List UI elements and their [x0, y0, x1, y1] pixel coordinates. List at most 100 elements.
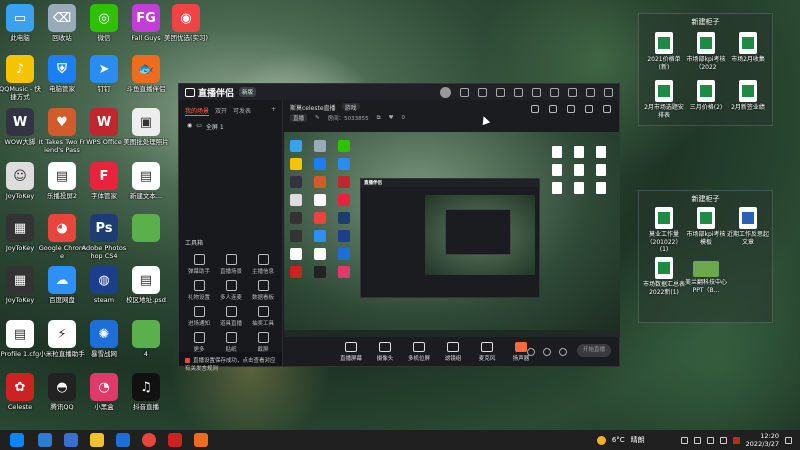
toolbox-item[interactable]: 礼物设置 — [183, 280, 215, 301]
desktop-icon[interactable]: ☁ 百度网盘 — [38, 266, 86, 304]
screen-share-button[interactable]: 直播屏幕 — [339, 342, 363, 362]
desktop-icon[interactable]: ◉ 美团优选(实习) — [162, 4, 210, 42]
stream-preview[interactable]: 直播伴侣 — [284, 132, 620, 337]
folder-file-item[interactable]: 美兰翻科技中心PPT（B... — [685, 257, 727, 294]
toolbox-item[interactable]: 主播信息 — [247, 254, 279, 275]
multi-camera-button[interactable]: 多机位屏 — [407, 342, 431, 362]
edit-icon[interactable]: ✎ — [315, 115, 320, 121]
desktop-icon[interactable]: ➤ 钉钉 — [80, 55, 128, 93]
desktop-icon[interactable]: ◔ 小黑盒 — [80, 373, 128, 411]
edge-icon[interactable] — [38, 433, 52, 447]
gear-icon[interactable] — [559, 348, 567, 356]
desktop-icon[interactable]: ⚡ 小米粒直播助手 — [38, 320, 86, 358]
version-tag[interactable]: 新版 — [239, 87, 257, 97]
desktop-icon[interactable]: 4 — [122, 320, 170, 358]
desktop-icon[interactable]: ◍ steam — [80, 266, 128, 304]
temperature[interactable]: 6°C — [612, 436, 625, 444]
desktop-icon[interactable]: ♫ 抖音直播 — [122, 373, 170, 411]
minimize-icon[interactable] — [568, 88, 577, 97]
mail-app-icon[interactable] — [116, 433, 130, 447]
ime-icon[interactable] — [719, 436, 727, 444]
menu-icon[interactable] — [550, 88, 559, 97]
toolbox-item[interactable]: 数据看板 — [247, 280, 279, 301]
tab-publishable[interactable]: 可发表 — [233, 106, 251, 116]
network-icon[interactable] — [693, 436, 701, 444]
toolbox-item[interactable]: 更多 — [183, 332, 215, 353]
shop-icon[interactable] — [567, 105, 575, 113]
desktop-icon[interactable]: ◎ 微信 — [80, 4, 128, 42]
clock[interactable]: 12:20 2022/3/27 — [746, 432, 779, 448]
chevron-up-icon[interactable] — [680, 436, 688, 444]
folder-file-item[interactable]: 三月价格(2) — [685, 80, 727, 112]
copy-icon[interactable]: ⧉ — [377, 115, 381, 122]
start-live-button[interactable]: 开始直播 — [577, 344, 611, 357]
effects-icon[interactable] — [543, 348, 551, 356]
gift-icon[interactable] — [531, 105, 539, 113]
desktop-icon[interactable]: ◕ Google Chrome — [38, 214, 86, 260]
camera-button[interactable]: 摄像头 — [373, 342, 397, 362]
hammer-icon[interactable] — [514, 88, 523, 97]
toolbox-item[interactable]: 多人连麦 — [215, 280, 247, 301]
close-icon[interactable] — [604, 88, 613, 97]
live-app-taskbar-icon[interactable] — [194, 433, 208, 447]
room-category-tag[interactable]: 游戏 — [341, 103, 360, 112]
notice-bar[interactable]: 直播设置保存成功，点击查看对应有关发言规则 — [179, 352, 282, 372]
desktop-icon[interactable]: ◓ 腾讯QQ — [38, 373, 86, 411]
folder-file-item[interactable]: 市场部kpi考核模板 — [685, 207, 727, 246]
settings-icon[interactable] — [532, 88, 541, 97]
weather[interactable]: 晴朗 — [631, 435, 645, 445]
folder-file-item[interactable]: 2月市场选题安排表 — [643, 80, 685, 119]
toolbox-item[interactable]: 直播场景 — [215, 254, 247, 275]
folder-file-item[interactable]: 市场部kpi考核（2022 — [685, 32, 727, 71]
folder-file-item[interactable]: 市场数据汇总表2022新(1) — [643, 257, 685, 296]
share-icon[interactable] — [603, 105, 611, 113]
desktop-icon[interactable]: Ps Adobe Photoshop CS4 — [80, 214, 128, 260]
toolbox-item[interactable]: 贴纸 — [215, 332, 247, 353]
desktop-icon[interactable]: ♥ It Takes Two Friend's Pass — [38, 108, 86, 154]
folder-file-item[interactable]: 2月新签业绩 — [727, 80, 769, 112]
desktop-icon[interactable]: 🐟 斗鱼直播伴侣 — [122, 55, 170, 93]
maximize-icon[interactable] — [586, 88, 595, 97]
room-title[interactable]: 斯莫celeste直播 — [290, 103, 336, 112]
desktop-icon[interactable]: F 字体管家 — [80, 162, 128, 200]
lock-icon[interactable] — [549, 105, 557, 113]
scene-item[interactable]: ◉ ▭ 全屏 1 — [179, 119, 282, 134]
toolbox-item[interactable]: 抽奖工具 — [247, 306, 279, 327]
celeste-taskbar-icon[interactable] — [168, 433, 182, 447]
toolbox-item[interactable]: 弹幕助手 — [183, 254, 215, 275]
mail-icon[interactable] — [496, 88, 505, 97]
folder-file-item[interactable]: 莫业工作量（201022）(1) — [643, 207, 685, 254]
tab-my-scenes[interactable]: 我的场景 — [185, 106, 210, 116]
desktop-icon[interactable]: W WPS Office — [80, 108, 128, 146]
desktop-icon[interactable]: ▤ 新建文本... — [122, 162, 170, 200]
toolbox-item[interactable]: 道具直播 — [215, 306, 247, 327]
toolbox-item[interactable]: 进场通知 — [183, 306, 215, 327]
add-scene-button[interactable]: + — [271, 106, 276, 116]
user-avatar[interactable] — [440, 87, 451, 98]
folder-file-item[interactable]: 市场2月收集 — [727, 32, 769, 64]
microphone-button[interactable]: 麦克风 — [475, 342, 499, 362]
windows-start-icon[interactable] — [10, 433, 24, 447]
camera-icon[interactable] — [527, 348, 535, 356]
folder-file-item[interactable]: 近期工作反思起文章 — [727, 207, 769, 246]
desktop-icon[interactable]: ⛨ 电脑管家 — [38, 55, 86, 93]
desktop-icon[interactable]: ▤ 校区地址.psd — [122, 266, 170, 304]
desktop-icon[interactable]: ▣ 美图批处理照片 — [122, 108, 170, 146]
desktop-icon[interactable]: ▤ 乐播投屏2 — [38, 162, 86, 200]
desktop-icon[interactable]: ✺ 暴雪战网 — [80, 320, 128, 358]
desktop-icon[interactable]: ⌫ 回收站 — [38, 4, 86, 42]
filter-button[interactable]: 滤镜组 — [441, 342, 465, 362]
folder-file-item[interactable]: 2021价格单(新) — [643, 32, 685, 71]
notification-icon[interactable] — [785, 436, 792, 444]
bell-icon[interactable] — [585, 105, 593, 113]
volume-icon[interactable] — [706, 436, 714, 444]
record-icon[interactable] — [478, 88, 487, 97]
message-icon[interactable] — [460, 88, 469, 97]
app-tray-icon[interactable] — [732, 436, 740, 444]
tab-dual[interactable]: 双开 — [215, 106, 227, 116]
eye-icon[interactable]: ◉ — [187, 122, 192, 131]
toolbox-item[interactable]: 截屏 — [247, 332, 279, 353]
chrome-taskbar-icon[interactable] — [142, 433, 156, 447]
word-icon[interactable] — [64, 433, 78, 447]
file-explorer-icon[interactable] — [90, 433, 104, 447]
